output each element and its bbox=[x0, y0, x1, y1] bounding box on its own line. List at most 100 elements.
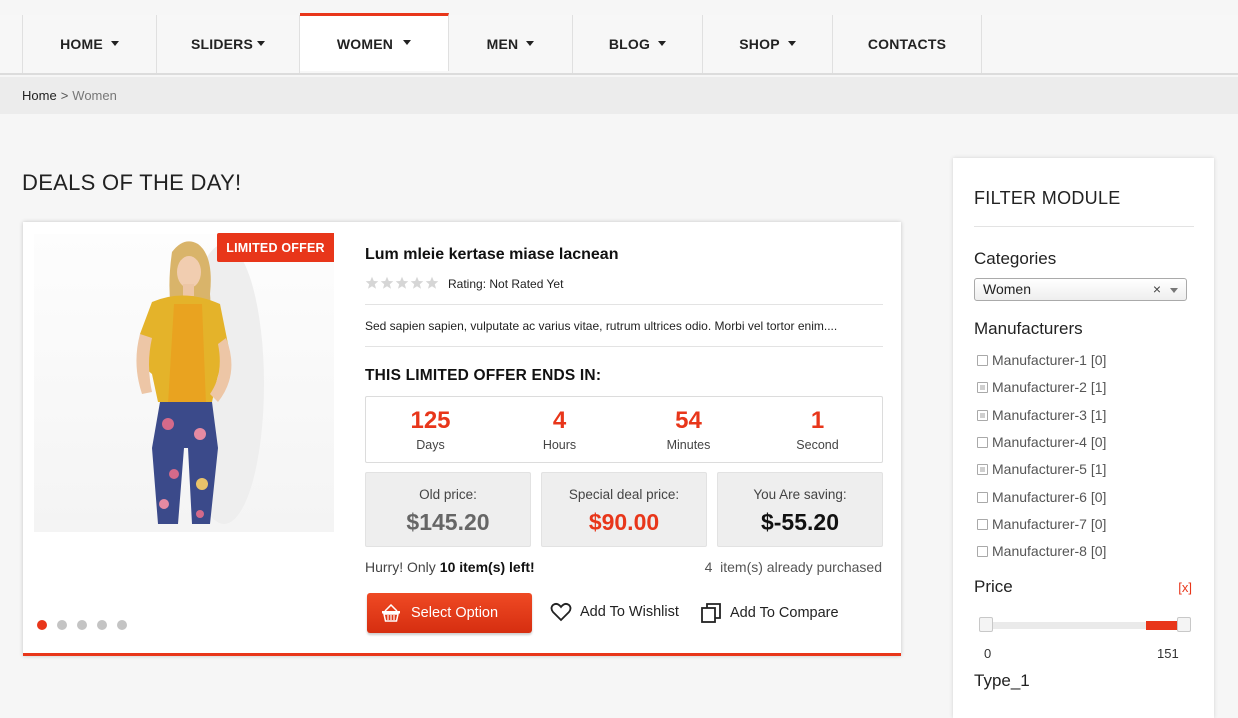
star-icon bbox=[395, 276, 409, 289]
checkbox[interactable] bbox=[977, 463, 988, 475]
slider-dot[interactable] bbox=[77, 620, 87, 630]
checkbox[interactable] bbox=[977, 409, 988, 421]
countdown-hours: 4 Hours bbox=[495, 397, 624, 462]
rating-text: Rating: Not Rated Yet bbox=[448, 277, 564, 291]
deal-price-box: Special deal price: $90.00 bbox=[541, 472, 707, 547]
price-clear-link[interactable]: [x] bbox=[1178, 580, 1192, 595]
product-image[interactable] bbox=[34, 234, 334, 532]
select-option-button[interactable]: Select Option bbox=[367, 593, 532, 633]
stock-notice: Hurry! Only 10 item(s) left! bbox=[365, 559, 535, 575]
nav-item-label: SLIDERS bbox=[190, 36, 254, 52]
clear-icon[interactable]: × bbox=[1153, 279, 1161, 300]
checkbox[interactable] bbox=[977, 518, 988, 530]
price-min-handle[interactable] bbox=[979, 617, 993, 632]
main-navigation: HOME SLIDERS WOMEN MEN BLOG SHOP CONTACT… bbox=[0, 13, 1238, 75]
checkbox[interactable] bbox=[977, 491, 988, 503]
nav-item-men[interactable]: MEN bbox=[449, 15, 573, 73]
deal-price-value: $90.00 bbox=[588, 509, 660, 535]
compare-icon bbox=[701, 603, 721, 623]
filter-module: FILTER MODULE Categories Women × Manufac… bbox=[953, 158, 1214, 718]
add-to-compare-link[interactable]: Add To Compare bbox=[700, 602, 839, 624]
breadcrumb-current: Women bbox=[72, 88, 117, 103]
chevron-down-icon bbox=[257, 40, 266, 46]
countdown-heading: THIS LIMITED OFFER ENDS IN: bbox=[365, 367, 602, 384]
manufacturer-label: Manufacturer-6 [0] bbox=[992, 489, 1107, 505]
category-selected-value: Women bbox=[983, 281, 1031, 297]
nav-item-home[interactable]: HOME bbox=[23, 15, 157, 73]
star-icon bbox=[425, 276, 439, 289]
chevron-down-icon[interactable] bbox=[1170, 288, 1178, 293]
nav-item-shop[interactable]: SHOP bbox=[703, 15, 833, 73]
checkbox[interactable] bbox=[977, 381, 988, 393]
saving-label: You Are saving: bbox=[753, 487, 847, 502]
add-to-wishlist-link[interactable]: Add To Wishlist bbox=[550, 602, 679, 622]
nav-item-sliders[interactable]: SLIDERS bbox=[157, 15, 300, 73]
breadcrumb-separator: > bbox=[60, 88, 69, 103]
manufacturer-option[interactable]: Manufacturer-4 [0] bbox=[977, 434, 1106, 450]
manufacturer-option[interactable]: Manufacturer-7 [0] bbox=[977, 516, 1106, 532]
manufacturer-option[interactable]: Manufacturer-5 [1] bbox=[977, 461, 1106, 477]
divider bbox=[974, 226, 1194, 227]
nav-item-blog[interactable]: BLOG bbox=[573, 15, 703, 73]
checkbox[interactable] bbox=[977, 545, 988, 557]
star-icon bbox=[365, 276, 379, 289]
chevron-down-icon bbox=[110, 40, 119, 46]
purchased-text: item(s) already purchased bbox=[720, 559, 882, 575]
countdown-minutes: 54 Minutes bbox=[624, 397, 753, 462]
countdown-seconds: 1 Second bbox=[753, 397, 882, 462]
compare-label: Add To Compare bbox=[730, 605, 839, 621]
slider-dot[interactable] bbox=[57, 620, 67, 630]
category-select[interactable]: Women × bbox=[974, 278, 1187, 301]
chevron-down-icon bbox=[403, 40, 412, 45]
countdown-value: 54 bbox=[675, 406, 702, 434]
price-boxes: Old price: $145.20 Special deal price: $90… bbox=[365, 472, 883, 547]
saving-box: You Are saving: $-55.20 bbox=[717, 472, 883, 547]
star-icon bbox=[410, 276, 424, 289]
manufacturer-option[interactable]: Manufacturer-3 [1] bbox=[977, 407, 1106, 423]
countdown-label: Minutes bbox=[666, 437, 711, 452]
manufacturer-option[interactable]: Manufacturer-6 [0] bbox=[977, 489, 1106, 505]
manufacturer-option[interactable]: Manufacturer-1 [0] bbox=[977, 352, 1106, 368]
manufacturer-option[interactable]: Manufacturer-8 [0] bbox=[977, 543, 1106, 559]
countdown-days: 125 Days bbox=[366, 397, 495, 462]
price-slider[interactable] bbox=[979, 617, 1191, 632]
chevron-down-icon bbox=[787, 40, 796, 46]
product-title[interactable]: Lum mleie kertase miase lacnean bbox=[365, 246, 618, 264]
price-min-value: 0 bbox=[984, 646, 992, 661]
manufacturer-label: Manufacturer-1 [0] bbox=[992, 352, 1107, 368]
slider-dot[interactable] bbox=[37, 620, 47, 630]
model-illustration bbox=[34, 234, 334, 532]
slider-dot[interactable] bbox=[97, 620, 107, 630]
filter-title: FILTER MODULE bbox=[974, 188, 1121, 208]
product-description: Sed sapien sapien, vulputate ac varius v… bbox=[365, 319, 838, 333]
nav-item-label: CONTACTS bbox=[867, 36, 947, 52]
countdown-timer: 125 Days 4 Hours 54 Minutes 1 Second bbox=[365, 396, 883, 463]
limited-offer-badge: LIMITED OFFER bbox=[217, 233, 334, 262]
breadcrumb-home-link[interactable]: Home bbox=[22, 88, 57, 103]
manufacturer-label: Manufacturer-3 [1] bbox=[992, 407, 1107, 423]
manufacturer-label: Manufacturer-2 [1] bbox=[992, 379, 1107, 395]
purchased-count: 4 bbox=[704, 559, 713, 575]
slider-pagination bbox=[37, 620, 127, 630]
old-price-box: Old price: $145.20 bbox=[365, 472, 531, 547]
checkbox[interactable] bbox=[977, 354, 988, 366]
price-max-value: 151 bbox=[1157, 646, 1179, 661]
manufacturer-option[interactable]: Manufacturer-2 [1] bbox=[977, 379, 1106, 395]
chevron-down-icon bbox=[526, 40, 535, 46]
nav-bar: HOME SLIDERS WOMEN MEN BLOG SHOP CONTACT… bbox=[22, 13, 982, 73]
divider bbox=[365, 346, 883, 347]
price-max-handle[interactable] bbox=[1177, 617, 1191, 632]
breadcrumb: Home > Women bbox=[22, 88, 117, 103]
breadcrumb-bar: Home > Women bbox=[0, 77, 1238, 114]
categories-heading: Categories bbox=[974, 249, 1057, 268]
price-heading: Price bbox=[974, 577, 1013, 596]
stock-prefix: Hurry! Only bbox=[365, 559, 436, 575]
nav-item-label: SHOP bbox=[739, 36, 780, 52]
nav-item-women[interactable]: WOMEN bbox=[300, 13, 449, 71]
checkbox[interactable] bbox=[977, 436, 988, 448]
purchased-notice: 4 item(s) already purchased bbox=[705, 559, 882, 575]
manufacturers-heading: Manufacturers bbox=[974, 319, 1083, 338]
deal-price-label: Special deal price: bbox=[568, 487, 680, 502]
slider-dot[interactable] bbox=[117, 620, 127, 630]
nav-item-contacts[interactable]: CONTACTS bbox=[833, 15, 982, 73]
